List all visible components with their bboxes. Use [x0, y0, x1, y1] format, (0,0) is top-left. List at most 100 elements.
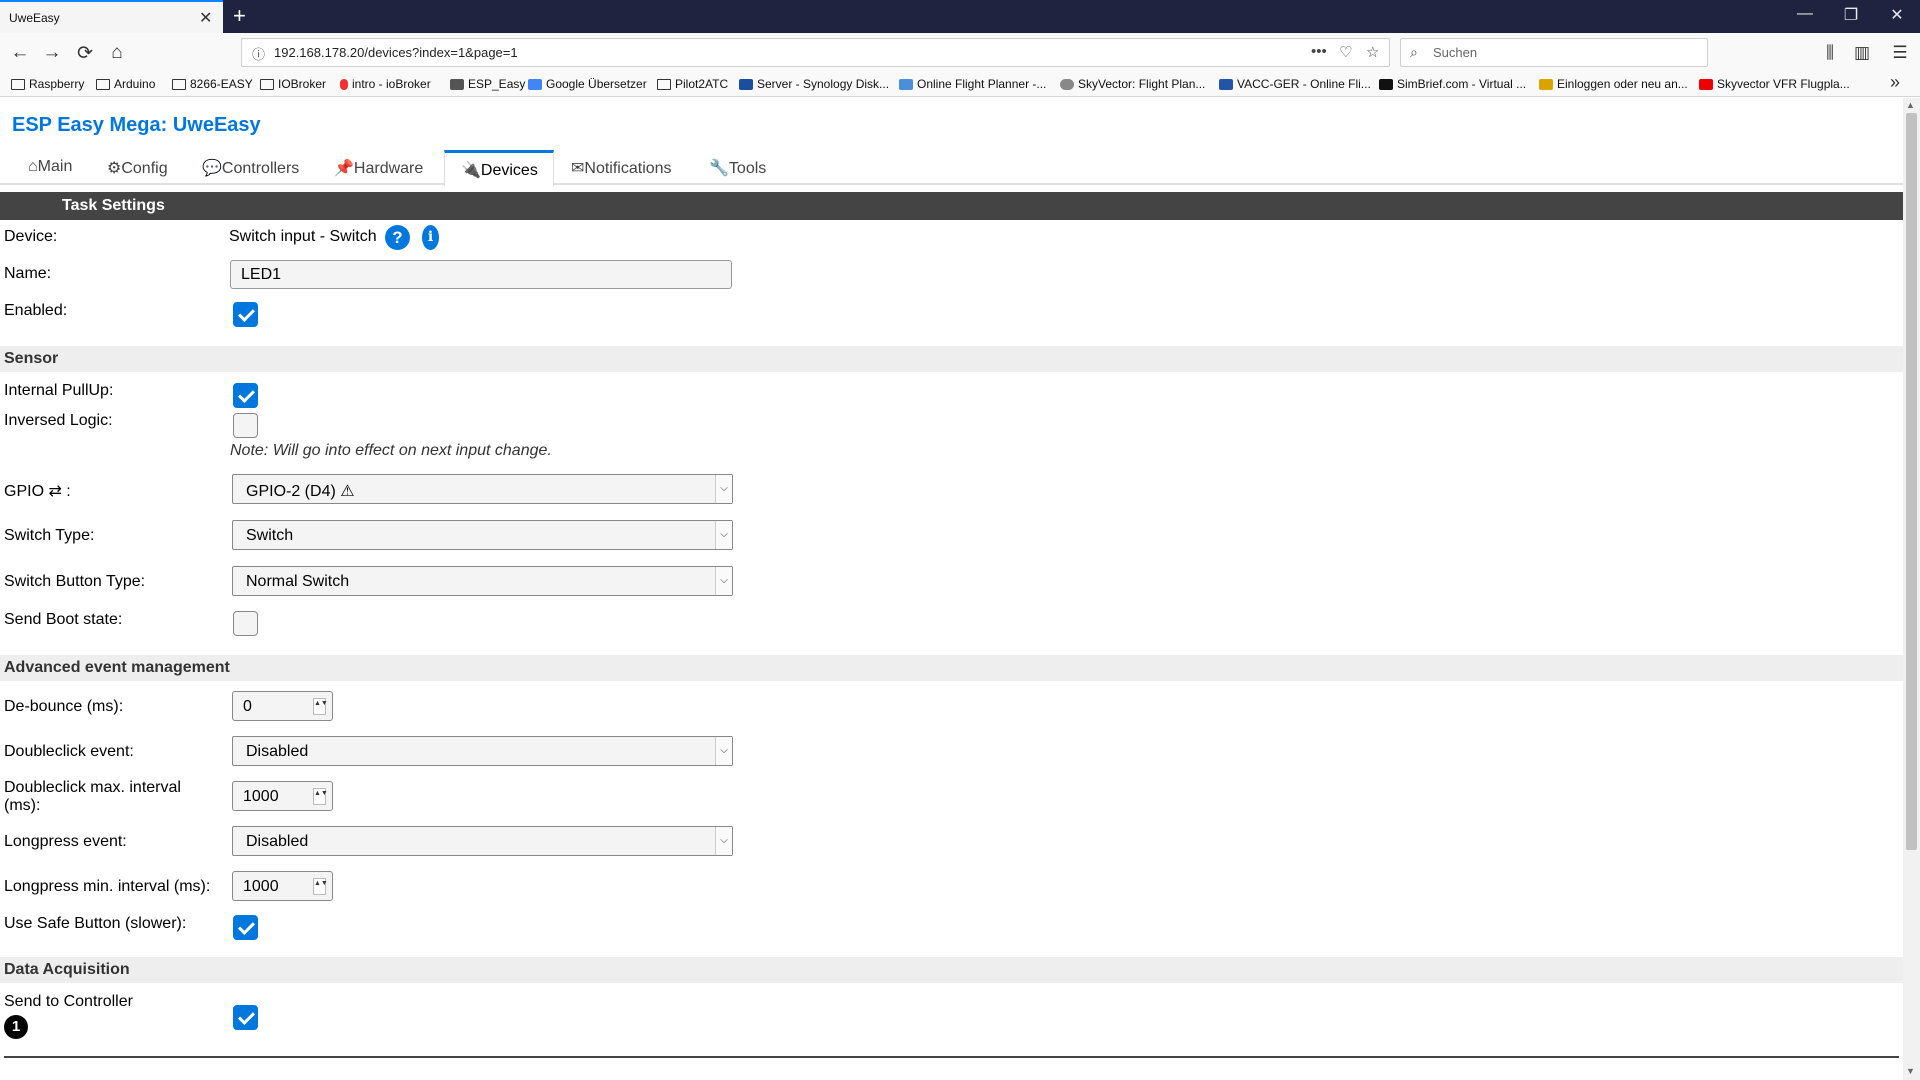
- main-menu: ⌂Main ⚙Config 💬Controllers 📌Hardware ✉No…: [0, 148, 1903, 185]
- tab-close-icon[interactable]: ✕: [199, 8, 212, 28]
- help-icon[interactable]: ?: [385, 225, 410, 250]
- library-icon[interactable]: ⫼: [1818, 43, 1842, 63]
- back-icon[interactable]: ←: [8, 42, 32, 64]
- search-icon: ⌕: [1410, 44, 1418, 60]
- bookmark-item[interactable]: IOBroker: [260, 77, 326, 91]
- bookmark-item[interactable]: VACC-GER - Online Fli...: [1219, 77, 1371, 91]
- search-input[interactable]: Suchen: [1433, 45, 1477, 60]
- folder-icon: [96, 78, 110, 90]
- skyvector-icon: [1060, 78, 1074, 90]
- page-actions-icon[interactable]: •••: [1311, 43, 1327, 60]
- inversed-logic-label: Inversed Logic:: [4, 412, 113, 429]
- home-icon[interactable]: ⌂: [105, 42, 129, 64]
- url-text[interactable]: 192.168.178.20/devices?index=1&page=1: [274, 45, 518, 60]
- send-to-controller-checkbox[interactable]: [233, 1005, 258, 1030]
- bookmark-item[interactable]: 8266-EASY: [172, 77, 253, 91]
- scroll-down-icon[interactable]: ▼: [1906, 1066, 1915, 1076]
- switch-button-type-select[interactable]: Normal Switch ⌵: [232, 566, 733, 596]
- switch-type-label: Switch Type:: [4, 527, 95, 544]
- info-icon[interactable]: i: [422, 225, 439, 250]
- scroll-thumb[interactable]: [1906, 113, 1917, 850]
- doubleclick-event-select[interactable]: Disabled ⌵: [232, 736, 733, 766]
- tab-controllers[interactable]: 💬Controllers: [202, 158, 299, 178]
- forward-icon[interactable]: →: [40, 42, 64, 64]
- pocket-icon[interactable]: ♡: [1339, 43, 1352, 61]
- inversed-logic-note: Note: Will go into effect on next input …: [230, 442, 552, 459]
- safe-button-checkbox[interactable]: [233, 915, 258, 940]
- scroll-up-icon[interactable]: ▲: [1906, 100, 1915, 110]
- iobroker-icon: [340, 78, 348, 90]
- bookmark-item[interactable]: SkyVector: Flight Plan...: [1060, 77, 1205, 91]
- chevron-down-icon: ⌵: [715, 737, 732, 765]
- bookmark-item[interactable]: Einloggen oder neu an...: [1539, 77, 1688, 91]
- menu-icon[interactable]: ☰: [1888, 43, 1912, 63]
- internal-pullup-checkbox[interactable]: [233, 383, 258, 408]
- bookmark-item[interactable]: SimBrief.com - Virtual ...: [1379, 77, 1526, 91]
- browser-tabbar: UweEasy ✕ + — ❐ ✕: [0, 0, 1920, 33]
- safe-button-label: Use Safe Button (slower):: [4, 915, 187, 932]
- window-restore-button[interactable]: ❐: [1836, 5, 1866, 25]
- bookmark-item[interactable]: Raspberry: [11, 77, 84, 91]
- tab-devices[interactable]: 🔌Devices: [444, 150, 554, 186]
- spinner-icon[interactable]: ▲▼: [313, 698, 328, 715]
- spinner-icon[interactable]: ▲▼: [313, 788, 328, 805]
- longpress-interval-input[interactable]: 1000 ▲▼: [232, 871, 333, 901]
- translate-icon: [528, 78, 542, 90]
- bookmark-item[interactable]: intro - ioBroker: [340, 77, 431, 91]
- switch-type-value: Switch: [246, 527, 294, 544]
- bookmark-item[interactable]: Arduino: [96, 77, 155, 91]
- page-viewport: ESP Easy Mega: UweEasy ⌂Main ⚙Config 💬Co…: [0, 98, 1903, 1080]
- bookmark-item[interactable]: ESP_Easy: [450, 77, 525, 91]
- doubleclick-interval-label: Doubleclick max. interval: [4, 779, 181, 796]
- debounce-input[interactable]: 0 ▲▼: [232, 691, 333, 721]
- new-tab-button[interactable]: +: [233, 3, 246, 29]
- longpress-interval-label: Longpress min. interval (ms):: [4, 878, 211, 895]
- tab-config[interactable]: ⚙Config: [107, 158, 168, 178]
- tab-notifications[interactable]: ✉Notifications: [571, 158, 672, 178]
- bookmark-star-icon[interactable]: ☆: [1366, 43, 1379, 61]
- window-close-button[interactable]: ✕: [1882, 5, 1912, 25]
- gpio-select[interactable]: GPIO-2 (D4) ⚠ ⌵: [232, 474, 733, 504]
- tab-hardware[interactable]: 📌Hardware: [334, 158, 423, 178]
- chevron-down-icon: ⌵: [715, 567, 732, 595]
- reload-icon[interactable]: ⟳: [73, 42, 97, 65]
- simbrief-icon: [1379, 78, 1393, 90]
- vacc-icon: [1219, 78, 1233, 90]
- spinner-icon[interactable]: ▲▼: [313, 878, 328, 895]
- name-input[interactable]: [230, 260, 732, 289]
- gpio-label: GPIO ⇄ :: [4, 483, 71, 500]
- bookmark-item[interactable]: Pilot2ATC: [657, 77, 728, 91]
- site-info-icon[interactable]: ⓘ: [252, 44, 265, 63]
- tab-title: UweEasy: [9, 11, 60, 25]
- bookmark-item[interactable]: Online Flight Planner -...: [899, 77, 1046, 91]
- more-bookmarks-icon[interactable]: »: [1890, 72, 1900, 93]
- doubleclick-event-label: Doubleclick event:: [4, 743, 134, 760]
- longpress-event-select[interactable]: Disabled ⌵: [232, 826, 733, 856]
- search-bar[interactable]: ⌕ Suchen: [1400, 38, 1708, 67]
- inversed-logic-checkbox[interactable]: [233, 413, 258, 438]
- send-to-controller-label: Send to Controller: [4, 993, 133, 1010]
- page-scrollbar[interactable]: ▲ ▼: [1903, 98, 1920, 1080]
- url-bar[interactable]: ⓘ 192.168.178.20/devices?index=1&page=1 …: [241, 38, 1390, 67]
- tab-tools[interactable]: 🔧Tools: [709, 158, 766, 178]
- doubleclick-interval-input[interactable]: 1000 ▲▼: [232, 781, 333, 811]
- controller-number-badge: 1: [4, 1015, 28, 1039]
- switch-type-select[interactable]: Switch ⌵: [232, 520, 733, 550]
- sensor-section-header: Sensor: [0, 346, 1903, 372]
- enabled-checkbox[interactable]: [233, 302, 258, 327]
- advanced-section-header: Advanced event management: [0, 655, 1903, 681]
- tab-main[interactable]: ⌂Main: [28, 158, 72, 176]
- window-minimize-button[interactable]: —: [1790, 5, 1820, 23]
- longpress-event-value: Disabled: [246, 833, 309, 850]
- browser-tab[interactable]: UweEasy ✕: [0, 0, 223, 33]
- bookmark-item[interactable]: Server - Synology Disk...: [739, 77, 889, 91]
- data-acquisition-section-header: Data Acquisition: [0, 957, 1903, 983]
- bookmark-item[interactable]: Google Übersetzer: [528, 77, 647, 91]
- send-boot-state-checkbox[interactable]: [233, 611, 258, 636]
- login-icon: [1539, 78, 1553, 90]
- doubleclick-interval-label-unit: (ms):: [4, 797, 41, 814]
- sidebar-icon[interactable]: ▥: [1850, 43, 1874, 63]
- longpress-event-label: Longpress event:: [4, 833, 127, 850]
- bookmark-item[interactable]: Skyvector VFR Flugpla...: [1699, 77, 1850, 91]
- bookmarks-bar: Raspberry Arduino 8266-EASY IOBroker int…: [0, 73, 1920, 97]
